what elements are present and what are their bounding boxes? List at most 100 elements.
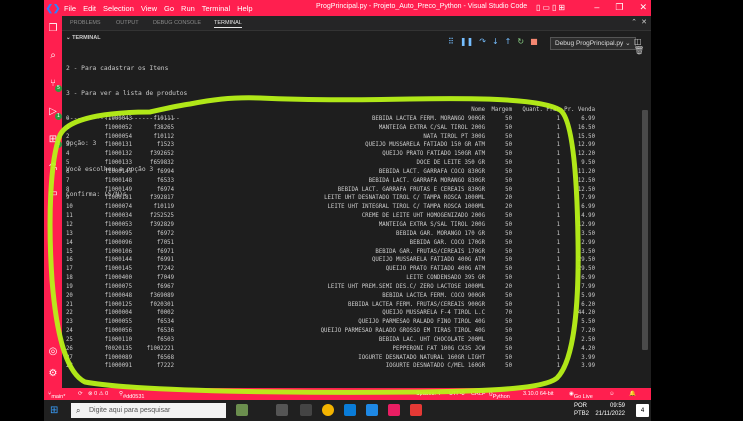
settings-gear-icon[interactable]: ⚙ xyxy=(47,368,59,380)
menu-file[interactable]: File xyxy=(64,4,76,13)
table-row: 3 f1000131 f1523 QUEIJO MUSSARELA FATIADO 1… xyxy=(66,141,596,150)
table-row: 23 f1000055 f6534 QUEIJO PARMESAO RALADO FI… xyxy=(66,318,596,327)
status-problems[interactable]: ⊗ 0 ⚠ 0 xyxy=(88,391,108,397)
status-commit[interactable]: ⚲ #dd0531 xyxy=(119,391,144,400)
menu-terminal[interactable]: Terminal xyxy=(202,4,230,13)
table-row: 7 f1000148 f6533 BEBIDA LACT. GARRAFA MORAN… xyxy=(66,177,596,186)
row-codigo: f1000096 xyxy=(104,239,132,246)
status-golive[interactable]: ◉ Go Live xyxy=(569,391,593,400)
table-row: 19 f1000075 f6967 LEITE UHT PREM.SEMI DES.C… xyxy=(66,283,596,292)
clock[interactable]: 09:59 21/11/2022 xyxy=(591,402,625,418)
menu-help[interactable]: Help xyxy=(237,4,252,13)
tab-problems[interactable]: PROBLEMS xyxy=(70,20,101,26)
close-panel-icon[interactable]: ✕ xyxy=(641,18,647,26)
terminal-section-label[interactable]: ⌄ TERMINAL xyxy=(66,35,101,41)
account-icon[interactable]: ◎ xyxy=(47,346,59,358)
row-quant: 1 xyxy=(556,160,560,167)
terminal-line: 2 - Para cadastrar os Itens xyxy=(66,64,169,72)
row-nome: LEITE CONDENSADO 395 GR xyxy=(406,275,485,282)
stop-icon[interactable]: ■ xyxy=(530,37,538,46)
notifications-bell-icon[interactable]: 🔔 xyxy=(629,391,636,397)
row-index: 13 xyxy=(66,230,73,237)
restart-icon[interactable]: ↻ xyxy=(517,37,524,46)
row-preco: 7.20 xyxy=(581,328,595,335)
task-view-icon[interactable] xyxy=(276,404,288,416)
row-codigo: f1000043 xyxy=(104,115,132,122)
row-codigo: f1000074 xyxy=(104,204,132,211)
pause-icon[interactable]: ❚❚ xyxy=(460,37,473,46)
chevron-up-icon[interactable]: ⌃ xyxy=(631,18,637,26)
menu-view[interactable]: View xyxy=(141,4,157,13)
row-index: 3 xyxy=(66,142,70,149)
drag-handle-icon[interactable]: ⠿ xyxy=(448,37,454,46)
row-ean: f6534 xyxy=(156,319,174,326)
menu-run[interactable]: Run xyxy=(181,4,195,13)
explorer-icon[interactable]: ❐ xyxy=(47,23,59,35)
language-indicator[interactable]: POR PTB2 xyxy=(574,402,589,418)
row-nome: MANTEIGA EXTRA S/SAL TIROL 200G xyxy=(378,221,485,228)
app-red-icon[interactable] xyxy=(410,404,422,416)
row-ean: f10119 xyxy=(153,204,174,211)
row-quant: 1 xyxy=(556,354,560,361)
minimize-icon[interactable]: – xyxy=(594,2,599,13)
maximize-icon[interactable]: ❐ xyxy=(615,2,623,13)
status-eol[interactable]: CRLF xyxy=(471,391,485,397)
app-pink-icon[interactable] xyxy=(388,404,400,416)
row-quant: 1 xyxy=(556,292,560,299)
source-control-icon[interactable]: ⑂ 5 xyxy=(47,78,62,92)
run-debug-icon[interactable]: ▷ 1 xyxy=(47,106,62,120)
row-preco: 5.50 xyxy=(581,319,595,326)
row-preco: 2.50 xyxy=(581,336,595,343)
status-encoding[interactable]: UTF-8 xyxy=(449,391,465,397)
table-row: 15 f1000106 f6971 BEBIDA GAR. FRUTAS/CEREAI… xyxy=(66,248,596,257)
tab-output[interactable]: OUTPUT xyxy=(116,20,139,26)
row-quant: 1 xyxy=(556,363,560,370)
status-language[interactable]: {} Python xyxy=(489,391,510,400)
row-ean: f6991 xyxy=(156,257,174,264)
status-sync-icon[interactable]: ⟳ xyxy=(78,391,83,397)
testing-icon[interactable]: ⚗ xyxy=(47,162,59,174)
vscode-taskbar-icon[interactable] xyxy=(366,404,378,416)
row-index: 25 xyxy=(66,336,73,343)
row-nome: BEBIDA LAC. UHT CHOCOLATE 200ML xyxy=(378,336,485,343)
close-icon[interactable]: ✕ xyxy=(639,2,647,13)
feedback-icon[interactable]: ☺ xyxy=(609,391,615,397)
row-margem: 70 xyxy=(505,310,512,317)
step-over-icon[interactable]: ↷ xyxy=(479,37,486,46)
row-codigo: f1000125 xyxy=(104,301,132,308)
menu-go[interactable]: Go xyxy=(164,4,174,13)
menu-edit[interactable]: Edit xyxy=(83,4,96,13)
row-preco: 6.99 xyxy=(581,204,595,211)
extensions-icon[interactable]: ⊞ 1 xyxy=(47,134,62,148)
status-interpreter[interactable]: 3.10.0 64-bit xyxy=(523,391,554,397)
edge-icon[interactable] xyxy=(344,404,356,416)
row-codigo: f1000089 xyxy=(104,354,132,361)
tab-terminal[interactable]: TERMINAL xyxy=(214,20,242,28)
notification-center-icon[interactable]: 4 xyxy=(636,404,649,417)
row-margem: 50 xyxy=(505,336,512,343)
menu-selection[interactable]: Selection xyxy=(103,4,134,13)
tab-debug-console[interactable]: DEBUG CONSOLE xyxy=(153,20,201,26)
extensions-badge: 1 xyxy=(55,141,62,148)
status-spaces[interactable]: Spaces: 4 xyxy=(416,391,440,397)
row-nome: LEITE UHT INTEGRAL TIROL C/ TAMPA ROSCA … xyxy=(327,204,485,211)
row-margem: 50 xyxy=(505,257,512,264)
trash-icon[interactable]: 🗑 xyxy=(634,46,644,55)
row-quant: 1 xyxy=(556,336,560,343)
step-into-icon[interactable]: ↓ xyxy=(492,37,499,46)
widgets-icon[interactable] xyxy=(300,404,312,416)
chrome-icon[interactable] xyxy=(322,404,334,416)
taskbar-search[interactable]: ⌕ Digite aqui para pesquisar xyxy=(71,403,226,418)
row-preco: 11.20 xyxy=(577,168,595,175)
remote-explorer-icon[interactable]: ▭ xyxy=(47,188,59,200)
row-index: 20 xyxy=(66,292,73,299)
status-branch[interactable]: ⑂ main* xyxy=(48,391,65,400)
layout-toggle-icons[interactable]: ▯▭▯⊞ xyxy=(536,3,567,12)
header-preco: Pr. Venda xyxy=(564,107,595,113)
split-terminal-icon[interactable]: ◫ xyxy=(634,37,642,46)
search-icon[interactable]: ⌕ xyxy=(47,50,59,62)
weather-widget-icon[interactable] xyxy=(236,404,248,416)
terminal-scrollbar[interactable] xyxy=(642,110,648,350)
step-out-icon[interactable]: ↑ xyxy=(505,37,512,46)
windows-start-icon[interactable]: ⊞ xyxy=(50,405,61,416)
